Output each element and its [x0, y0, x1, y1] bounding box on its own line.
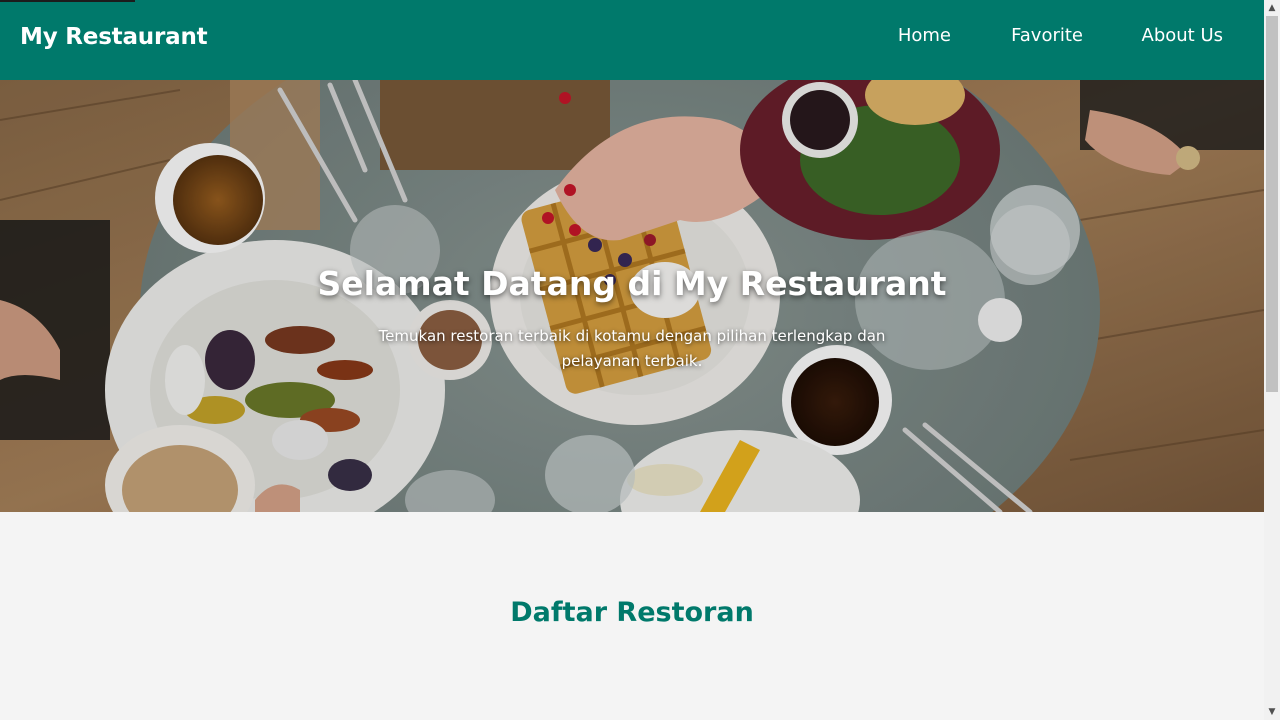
hero-subtitle: Temukan restoran terbaik di kotamu denga… — [378, 327, 886, 370]
top-edge-line — [0, 0, 135, 2]
nav-link-about-us[interactable]: About Us — [1142, 25, 1224, 46]
triangle-up-icon[interactable]: ▲ — [1264, 0, 1280, 16]
nav-link-favorite[interactable]: Favorite — [1011, 25, 1083, 46]
vertical-scrollbar[interactable]: ▲ ▼ — [1264, 0, 1280, 720]
nav-link-home[interactable]: Home — [898, 25, 951, 46]
restaurant-list-title: Daftar Restoran — [510, 597, 754, 629]
triangle-down-icon[interactable]: ▼ — [1264, 704, 1280, 720]
scrollbar-thumb[interactable] — [1266, 16, 1278, 392]
hero-title: Selamat Datang di My Restaurant — [317, 264, 947, 304]
brand-title[interactable]: My Restaurant — [20, 24, 208, 50]
main-content: Daftar Restoran — [0, 512, 1264, 720]
hero-section: Selamat Datang di My Restaurant Temukan … — [0, 80, 1264, 512]
app-bar: My Restaurant Home Favorite About Us — [0, 0, 1264, 80]
